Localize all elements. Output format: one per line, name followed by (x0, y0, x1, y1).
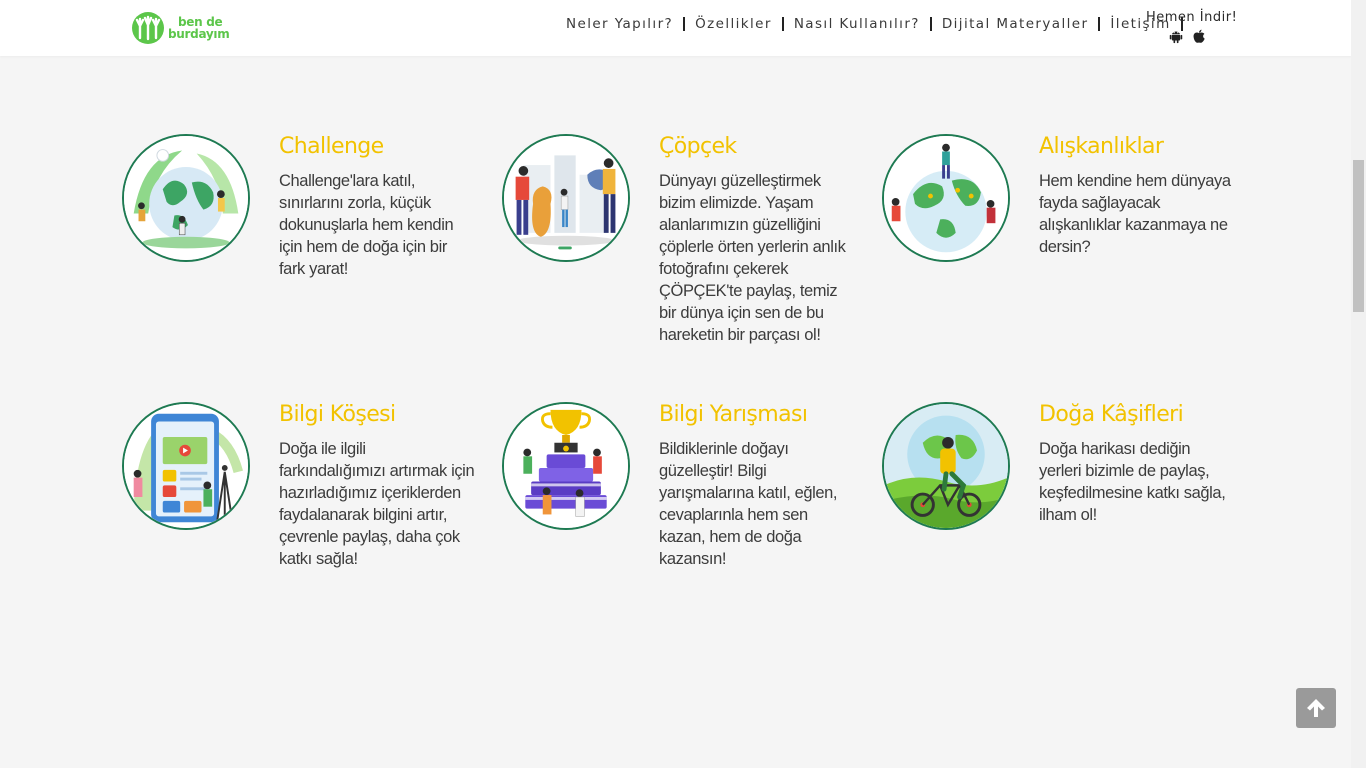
feature-title: Alışkanlıklar (1039, 134, 1164, 159)
main-nav: Neler Yapılır? Özellikler Nasıl Kullanıl… (560, 14, 1187, 34)
download-label: Hemen İndir! (1146, 10, 1238, 25)
nav-separator (1098, 17, 1101, 31)
feature-description: Doğa harikası dediğin yerleri bizimle de… (1039, 440, 1226, 524)
scrollbar-thumb[interactable] (1353, 160, 1364, 312)
logo-text: ben de burdayım (168, 16, 230, 41)
trash-collection-illustration (502, 134, 630, 262)
mobile-content-illustration (122, 402, 250, 530)
feature-title: Çöpçek (659, 134, 737, 159)
feature-title: Bilgi Köşesi (279, 402, 396, 427)
nav-link-nasil-kullanilir[interactable]: Nasıl Kullanılır? (788, 16, 926, 32)
scroll-to-top-button[interactable] (1296, 688, 1336, 728)
logo-hands-icon (132, 12, 164, 44)
feature-description: Bildiklerinle doğayı güzelleştir! Bilgi … (659, 440, 838, 568)
page-scrollbar[interactable] (1351, 0, 1366, 768)
earth-challenge-illustration (122, 134, 250, 262)
bicycle-explorer-illustration (882, 402, 1010, 530)
android-icon[interactable] (1169, 29, 1183, 44)
feature-description: Dünyayı güzelleştirmek bizim elimizde. Y… (659, 172, 846, 344)
nav-separator (929, 17, 932, 31)
arrow-up-icon (1307, 699, 1325, 717)
earth-habits-illustration (882, 134, 1010, 262)
feature-description: Hem kendine hem dünyaya fayda sağlayacak… (1039, 172, 1231, 256)
navbar: ben de burdayım Neler Yapılır? Özellikle… (0, 0, 1351, 56)
feature-title: Bilgi Yarışması (659, 402, 808, 427)
feature-description: Doğa ile ilgili farkındalığımızı artırma… (279, 440, 475, 568)
feature-title: Challenge (279, 134, 384, 159)
nav-separator (781, 17, 784, 31)
logo[interactable]: ben de burdayım (131, 10, 231, 46)
feature-title: Doğa Kâşifleri (1039, 402, 1184, 427)
logo-text-line2: burdayım (168, 27, 230, 41)
store-icons (1146, 29, 1228, 44)
nav-link-ozellikler[interactable]: Özellikler (689, 16, 778, 32)
nav-link-dijital-materyaller[interactable]: Dijital Materyaller (936, 16, 1095, 32)
trophy-quiz-illustration (502, 402, 630, 530)
download-section: Hemen İndir! (1146, 10, 1238, 44)
apple-icon[interactable] (1192, 29, 1206, 44)
feature-description: Challenge'lara katıl, sınırlarını zorla,… (279, 172, 454, 278)
nav-link-neler-yapilir[interactable]: Neler Yapılır? (560, 16, 679, 32)
nav-separator (683, 17, 686, 31)
